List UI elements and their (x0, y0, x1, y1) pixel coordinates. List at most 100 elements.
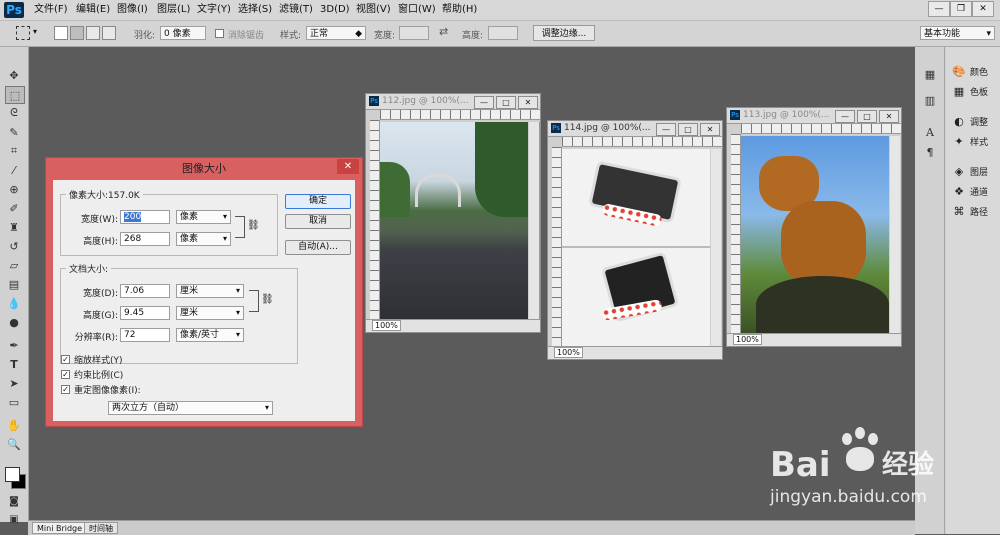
clone-stamp-tool-icon[interactable]: ♜ (5, 219, 23, 235)
rectangle-tool-icon[interactable]: ▭ (5, 394, 23, 410)
ok-button[interactable]: 确定 (285, 194, 351, 209)
doc-minimize-button[interactable]: — (835, 110, 855, 123)
document-window-112[interactable]: Ps 112.jpg @ 100%(... — □ ✕ 100% (365, 93, 541, 333)
vertical-scrollbar[interactable] (890, 136, 900, 333)
menu-file[interactable]: 文件(F) (34, 0, 68, 20)
resolution-unit-select[interactable]: 像素/英寸 (176, 328, 244, 342)
menu-layer[interactable]: 图层(L) (157, 0, 190, 20)
menu-select[interactable]: 选择(S) (238, 0, 272, 20)
doc-height-unit-select[interactable]: 厘米 (176, 306, 244, 320)
menu-view[interactable]: 视图(V) (356, 0, 391, 20)
doc-close-button[interactable]: ✕ (879, 110, 899, 123)
doc-width-input[interactable]: 7.06 (120, 284, 170, 298)
antialias-checkbox[interactable] (215, 29, 224, 38)
refine-edge-button[interactable]: 调整边缘... (533, 25, 595, 41)
cancel-button[interactable]: 取消 (285, 214, 351, 229)
marquee-preset-icon[interactable] (16, 26, 30, 40)
new-selection-icon[interactable] (54, 26, 68, 40)
dialog-close-button[interactable]: ✕ (337, 159, 359, 174)
doc-maximize-button[interactable]: □ (678, 123, 698, 136)
menu-window[interactable]: 窗口(W) (398, 0, 436, 20)
panel-layers[interactable]: ◈ 图层 (951, 163, 988, 181)
history-brush-tool-icon[interactable]: ↺ (5, 238, 23, 254)
px-width-unit-select[interactable]: 像素 (176, 210, 231, 224)
doc-maximize-button[interactable]: □ (857, 110, 877, 123)
character-panel-icon[interactable]: A (920, 125, 940, 141)
document-title-bar[interactable]: Ps 114.jpg @ 100%(... — □ ✕ (548, 121, 722, 137)
resample-checkbox[interactable]: ✓ (61, 385, 70, 394)
paragraph-panel-icon[interactable]: ¶ (920, 145, 940, 161)
width-input[interactable] (399, 26, 429, 40)
vertical-scrollbar[interactable] (529, 122, 540, 319)
brush-tool-icon[interactable]: ✐ (5, 200, 23, 216)
gradient-tool-icon[interactable]: ▤ (5, 276, 23, 292)
document-window-113[interactable]: Ps 113.jpg @ 100%(... — □ ✕ 100% (726, 107, 902, 347)
panel-paths[interactable]: ⌘ 路径 (951, 203, 989, 221)
type-tool-icon[interactable]: T (5, 356, 23, 372)
zoom-level[interactable]: 100% (372, 320, 401, 331)
menu-edit[interactable]: 编辑(E) (76, 0, 110, 20)
crop-tool-icon[interactable]: ⌗ (5, 143, 23, 159)
close-button[interactable]: ✕ (972, 1, 994, 17)
subtract-selection-icon[interactable] (86, 26, 100, 40)
document-title-bar[interactable]: Ps 112.jpg @ 100%(... — □ ✕ (366, 94, 540, 110)
blur-tool-icon[interactable]: 💧 (5, 295, 23, 311)
quick-mask-icon[interactable]: ◙ (5, 493, 23, 509)
marquee-tool-icon[interactable]: ⬚ (5, 86, 25, 104)
doc-minimize-button[interactable]: — (474, 96, 494, 109)
doc-minimize-button[interactable]: — (656, 123, 676, 136)
constrain-proportions-checkbox[interactable]: ✓ (61, 370, 70, 379)
scale-styles-checkbox[interactable]: ✓ (61, 355, 70, 364)
minimize-button[interactable]: — (928, 1, 950, 17)
tab-timeline[interactable]: 时间轴 (84, 522, 118, 534)
doc-width-unit-select[interactable]: 厘米 (176, 284, 244, 298)
menu-filter[interactable]: 滤镜(T) (279, 0, 313, 20)
intersect-selection-icon[interactable] (102, 26, 116, 40)
lasso-tool-icon[interactable]: ᘓ (5, 105, 23, 121)
history-panel-icon[interactable]: ▦ (920, 67, 940, 83)
screen-mode-icon[interactable]: ▣ (5, 511, 23, 527)
panel-channels[interactable]: ❖ 通道 (951, 183, 988, 201)
auto-button[interactable]: 自动(A)... (285, 240, 351, 255)
feather-input[interactable]: 0 像素 (160, 26, 206, 40)
resolution-input[interactable]: 72 (120, 328, 170, 342)
panel-adjustments[interactable]: ◐ 调整 (951, 113, 988, 131)
menu-help[interactable]: 帮助(H) (442, 0, 477, 20)
document-window-114[interactable]: Ps 114.jpg @ 100%(... — □ ✕ 100% (547, 120, 723, 360)
doc-close-button[interactable]: ✕ (700, 123, 720, 136)
doc-maximize-button[interactable]: □ (496, 96, 516, 109)
tab-mini-bridge[interactable]: Mini Bridge (32, 522, 88, 534)
menu-3d[interactable]: 3D(D) (320, 0, 350, 20)
foreground-color-swatch[interactable] (5, 467, 20, 482)
dodge-tool-icon[interactable]: ● (5, 314, 23, 330)
eraser-tool-icon[interactable]: ▱ (5, 257, 23, 273)
add-selection-icon[interactable] (70, 26, 84, 40)
restore-button[interactable]: ❐ (950, 1, 972, 17)
style-select[interactable]: 正常 ◆ (306, 26, 366, 40)
chevron-down-icon[interactable]: ▾ (33, 27, 37, 36)
document-title-bar[interactable]: Ps 113.jpg @ 100%(... — □ ✕ (727, 108, 901, 124)
px-height-unit-select[interactable]: 像素 (176, 232, 231, 246)
workspace-select[interactable]: 基本功能 ▾ (920, 26, 995, 40)
hand-tool-icon[interactable]: ✋ (5, 417, 23, 433)
healing-brush-tool-icon[interactable]: ⊕ (5, 181, 23, 197)
zoom-tool-icon[interactable]: 🔍 (5, 436, 23, 452)
vertical-scrollbar[interactable] (711, 149, 721, 346)
swap-icon[interactable]: ⇄ (439, 25, 448, 38)
quick-select-tool-icon[interactable]: ✎ (5, 124, 23, 140)
panel-styles[interactable]: ✦ 样式 (951, 133, 988, 151)
resample-method-select[interactable]: 两次立方（自动） (108, 401, 273, 415)
panel-color[interactable]: 🎨 颜色 (951, 63, 988, 81)
px-width-input[interactable]: 200 (120, 210, 170, 224)
properties-panel-icon[interactable]: ▥ (920, 93, 940, 109)
path-select-tool-icon[interactable]: ➤ (5, 375, 23, 391)
zoom-level[interactable]: 100% (554, 347, 583, 358)
height-input[interactable] (488, 26, 518, 40)
menu-image[interactable]: 图像(I) (117, 0, 148, 20)
zoom-level[interactable]: 100% (733, 334, 762, 345)
move-tool-icon[interactable]: ✥ (5, 67, 23, 83)
doc-height-input[interactable]: 9.45 (120, 306, 170, 320)
pen-tool-icon[interactable]: ✒ (5, 337, 23, 353)
panel-swatches[interactable]: ▦ 色板 (951, 83, 988, 101)
px-height-input[interactable]: 268 (120, 232, 170, 246)
